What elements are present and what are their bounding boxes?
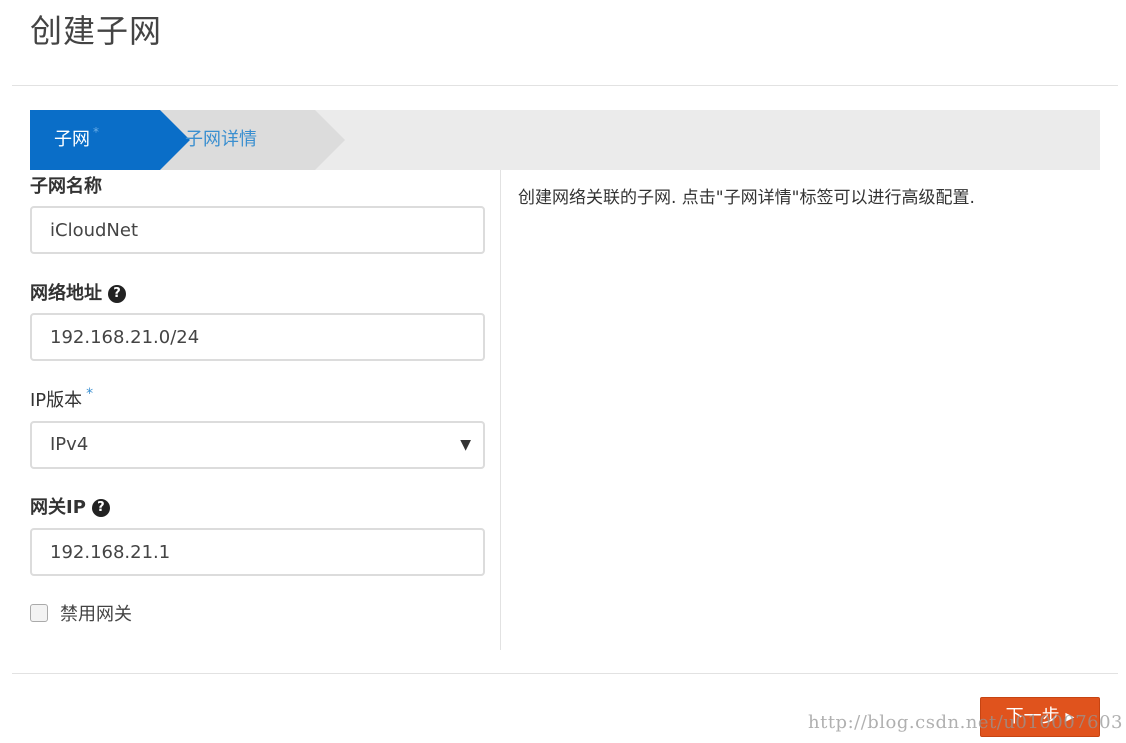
column-divider	[500, 170, 501, 650]
watermark: http://blog.csdn.net/u010007603	[808, 712, 1123, 733]
required-mark: *	[93, 125, 99, 139]
network-address-input[interactable]	[30, 313, 485, 361]
network-address-label: 网络地址?	[30, 279, 126, 305]
ip-version-selected: IPv4	[50, 434, 89, 455]
tab-subnet-label: 子网	[54, 129, 90, 150]
footer-divider	[12, 673, 1118, 674]
network-address-label-text: 网络地址	[30, 283, 102, 304]
gateway-ip-input[interactable]	[30, 528, 485, 576]
caret-down-icon: ▼	[460, 437, 471, 453]
ip-version-select[interactable]: IPv4 ▼	[30, 421, 485, 469]
header-divider	[12, 85, 1118, 86]
page-title: 创建子网	[30, 12, 163, 50]
ip-version-label: IP版本 *	[30, 386, 93, 412]
gateway-ip-label: 网关IP?	[30, 493, 110, 519]
step-arrow	[315, 110, 345, 170]
gateway-ip-label-text: 网关IP	[30, 497, 86, 518]
subnet-name-input[interactable]	[30, 206, 485, 254]
question-circle-icon[interactable]: ?	[91, 499, 110, 517]
tab-subnet[interactable]: 子网 *	[30, 110, 160, 170]
required-mark: *	[86, 386, 94, 402]
ip-version-label-text: IP版本	[30, 390, 83, 411]
disable-gateway-label: 禁用网关	[60, 604, 132, 625]
disable-gateway-checkbox[interactable]	[30, 604, 48, 622]
question-circle-icon[interactable]: ?	[108, 285, 126, 303]
subnet-name-label: 子网名称	[30, 176, 102, 197]
help-description: 创建网络关联的子网. 点击"子网详情"标签可以进行高级配置.	[518, 188, 975, 208]
close-mark[interactable]: ⁻⁻	[1091, 0, 1104, 8]
disable-gateway-row: 禁用网关	[30, 600, 132, 626]
tab-subnet-details-label[interactable]: 子网详情	[185, 110, 257, 170]
wizard-steps: 子网详情 子网 *	[30, 110, 1100, 170]
